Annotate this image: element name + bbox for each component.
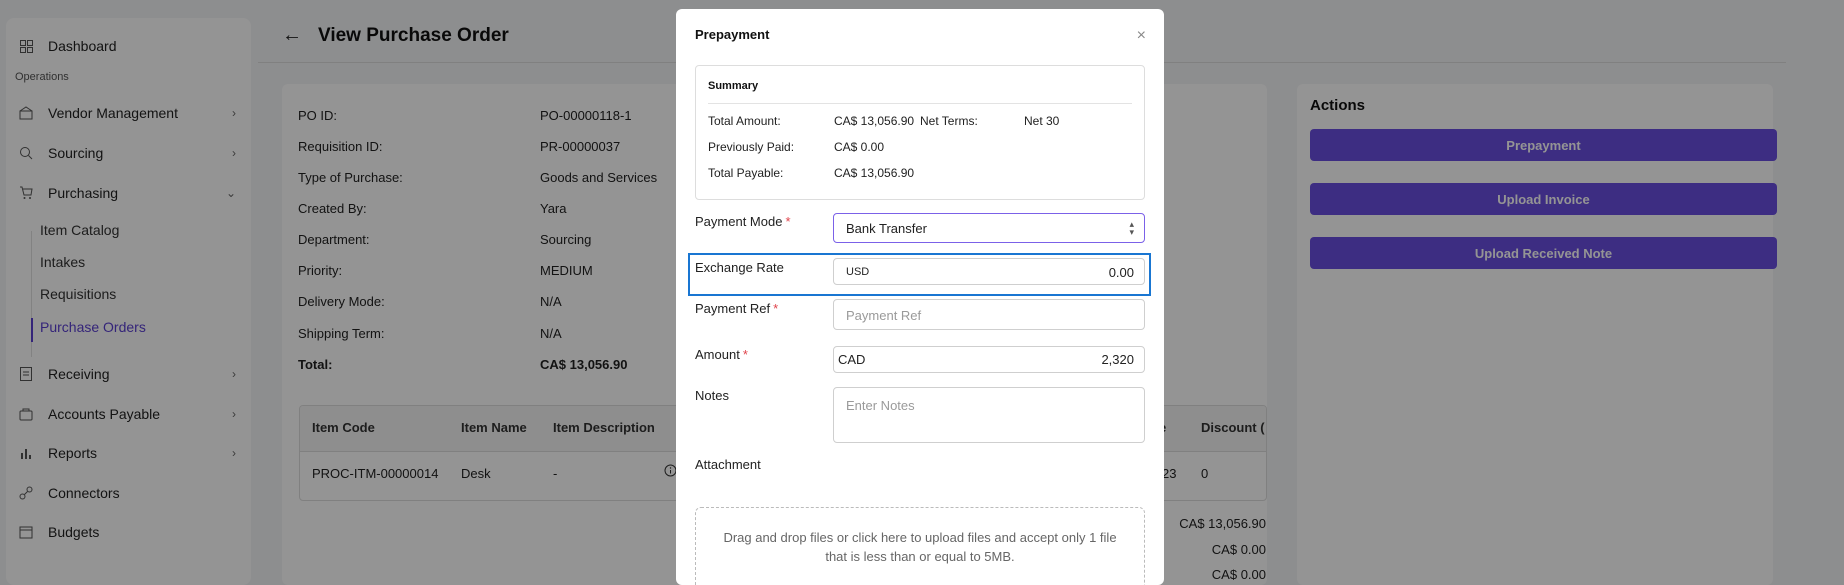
attachment-label: Attachment bbox=[695, 457, 761, 472]
required-marker: * bbox=[742, 347, 748, 362]
payment-mode-value: Bank Transfer bbox=[846, 220, 927, 236]
divider bbox=[708, 103, 1132, 104]
close-icon[interactable]: × bbox=[1137, 28, 1146, 44]
select-arrows-icon: ▴ ▾ bbox=[1129, 219, 1134, 237]
exchange-currency: USD bbox=[846, 266, 870, 278]
amount-currency: CAD bbox=[838, 352, 866, 367]
summary-title: Summary bbox=[708, 80, 759, 92]
exchange-rate-input[interactable]: USD 0.00 bbox=[833, 258, 1145, 285]
amount-label: Amount * bbox=[695, 347, 748, 362]
amount-value: 2,320 bbox=[1101, 352, 1134, 367]
payment-ref-label-text: Payment Ref bbox=[695, 301, 771, 316]
net-terms-label: Net Terms: bbox=[920, 114, 978, 128]
exchange-rate-label: Exchange Rate bbox=[695, 260, 784, 275]
payment-ref-label: Payment Ref * bbox=[695, 301, 778, 316]
payment-mode-label-text: Payment Mode bbox=[695, 214, 783, 229]
payment-ref-input[interactable]: Payment Ref bbox=[833, 299, 1145, 330]
payment-mode-select[interactable]: Bank Transfer ▴ ▾ bbox=[833, 213, 1145, 243]
total-amount-label: Total Amount: bbox=[708, 114, 781, 128]
required-marker: * bbox=[773, 301, 779, 316]
file-dropzone[interactable]: Drag and drop files or click here to upl… bbox=[695, 507, 1145, 585]
notes-label: Notes bbox=[695, 388, 729, 403]
payment-mode-label: Payment Mode * bbox=[695, 214, 791, 229]
net-terms-value: Net 30 bbox=[1024, 114, 1060, 128]
notes-textarea[interactable]: Enter Notes bbox=[833, 387, 1145, 443]
required-marker: * bbox=[785, 214, 791, 229]
amount-input[interactable]: CAD 2,320 bbox=[833, 346, 1145, 373]
total-payable-label: Total Payable: bbox=[708, 166, 784, 180]
previously-paid-value: CA$ 0.00 bbox=[834, 140, 885, 154]
total-amount-value: CA$ 13,056.90 bbox=[834, 114, 915, 128]
amount-label-text: Amount bbox=[695, 347, 740, 362]
modal-title: Prepayment bbox=[695, 27, 770, 42]
prepayment-modal: Prepayment × Summary Total Amount: CA$ 1… bbox=[676, 9, 1164, 585]
previously-paid-label: Previously Paid: bbox=[708, 140, 795, 154]
exchange-rate-value: 0.00 bbox=[1108, 265, 1134, 280]
total-payable-value: CA$ 13,056.90 bbox=[834, 166, 915, 180]
dropzone-text-line-1: Drag and drop files or click here to upl… bbox=[723, 530, 1117, 545]
summary-box: Summary Total Amount: CA$ 13,056.90 Net … bbox=[695, 65, 1145, 200]
dropzone-text-line-2: that is less than or equal to 5MB. bbox=[825, 549, 1015, 564]
